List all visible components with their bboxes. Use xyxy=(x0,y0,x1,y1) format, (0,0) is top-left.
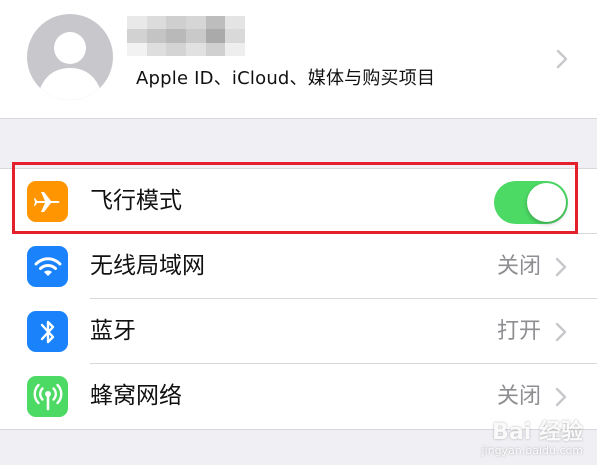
blurred-account-name xyxy=(127,16,245,56)
chevron-right-icon xyxy=(555,387,567,407)
bluetooth-label: 蓝牙 xyxy=(90,318,136,344)
profile-subtitle: Apple ID、iCloud、媒体与购买项目 xyxy=(136,68,436,89)
settings-row-wifi[interactable]: 无线局域网 关闭 xyxy=(0,234,597,299)
watermark-url: jingyan.baidu.com xyxy=(481,444,583,457)
chevron-right-icon xyxy=(555,257,567,277)
toggle-knob xyxy=(527,183,566,222)
connectivity-settings-group: 飞行模式 无线局域网 关闭 蓝牙 打开 蜂窝网络 关闭 xyxy=(0,168,597,430)
settings-screen: Apple ID、iCloud、媒体与购买项目 飞行模式 无线局域网 关闭 蓝牙… xyxy=(0,0,597,465)
chevron-right-icon xyxy=(555,322,567,342)
bluetooth-status-value: 打开 xyxy=(496,319,541,344)
baidu-jingyan-watermark: Bai 经验 jingyan.baidu.com xyxy=(481,421,583,457)
airplane-icon xyxy=(27,181,68,222)
wifi-status-value: 关闭 xyxy=(496,254,541,279)
cellular-antenna-icon xyxy=(27,376,68,417)
apple-id-profile-row[interactable]: Apple ID、iCloud、媒体与购买项目 xyxy=(0,0,597,119)
chevron-right-icon xyxy=(556,49,568,69)
wifi-label: 无线局域网 xyxy=(90,253,205,279)
settings-row-airplane-mode[interactable]: 飞行模式 xyxy=(0,169,597,234)
wifi-icon xyxy=(27,246,68,287)
airplane-mode-label: 飞行模式 xyxy=(90,188,182,214)
settings-row-bluetooth[interactable]: 蓝牙 打开 xyxy=(0,299,597,364)
avatar xyxy=(27,14,113,100)
airplane-mode-toggle[interactable] xyxy=(494,181,568,224)
watermark-brand: Bai 经验 xyxy=(492,420,583,445)
person-silhouette-icon xyxy=(37,32,103,100)
cellular-label: 蜂窝网络 xyxy=(90,383,182,409)
bluetooth-icon xyxy=(27,311,68,352)
